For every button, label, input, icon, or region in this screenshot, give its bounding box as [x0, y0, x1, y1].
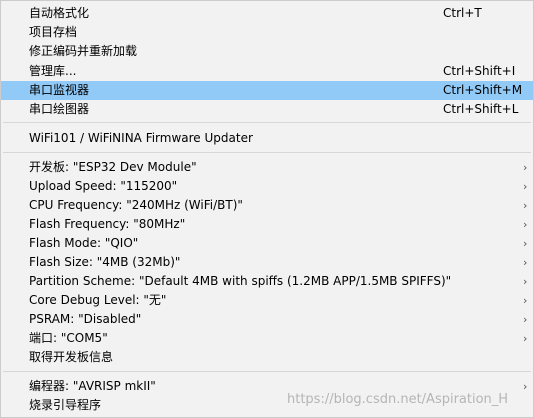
- menu-item-label: 烧录引导程序: [29, 398, 102, 412]
- menu-item-auto-format[interactable]: 自动格式化 Ctrl+T: [1, 4, 533, 23]
- menu-item-port[interactable]: 端口: "COM5" ›: [1, 329, 533, 348]
- submenu-arrow-icon: ›: [523, 237, 528, 250]
- menu-item-flash-frequency[interactable]: Flash Frequency: "80MHz" ›: [1, 215, 533, 234]
- menu-item-wifi-firmware-updater[interactable]: WiFi101 / WiFiNINA Firmware Updater: [1, 129, 533, 148]
- menu-item-label: 管理库...: [29, 64, 77, 78]
- menu-item-label: 串口监视器: [29, 83, 90, 97]
- menu-item-core-debug-level[interactable]: Core Debug Level: "无" ›: [1, 291, 533, 310]
- menu-item-serial-monitor[interactable]: 串口监视器 Ctrl+Shift+M: [1, 81, 533, 100]
- menu-item-label: 自动格式化: [29, 6, 90, 20]
- menu-item-serial-plotter[interactable]: 串口绘图器 Ctrl+Shift+L: [1, 100, 533, 119]
- menu-item-label: 项目存档: [29, 25, 78, 39]
- menu-item-label: 编程器: "AVRISP mkII": [29, 379, 156, 393]
- menu-item-manage-libraries[interactable]: 管理库... Ctrl+Shift+I: [1, 62, 533, 81]
- submenu-arrow-icon: ›: [523, 199, 528, 212]
- menu-item-programmer[interactable]: 编程器: "AVRISP mkII" ›: [1, 377, 533, 396]
- menu-item-label: Partition Scheme: "Default 4MB with spif…: [29, 274, 452, 288]
- submenu-arrow-icon: ›: [523, 313, 528, 326]
- submenu-arrow-icon: ›: [523, 256, 528, 269]
- menu-item-shortcut: Ctrl+Shift+I: [443, 64, 516, 78]
- menu-item-board[interactable]: 开发板: "ESP32 Dev Module" ›: [1, 158, 533, 177]
- menu-item-cpu-frequency[interactable]: CPU Frequency: "240MHz (WiFi/BT)" ›: [1, 196, 533, 215]
- submenu-arrow-icon: ›: [523, 275, 528, 288]
- menu-item-label: Flash Mode: "QIO": [29, 236, 139, 250]
- menu-item-burn-bootloader[interactable]: 烧录引导程序: [1, 396, 533, 415]
- menu-item-label: CPU Frequency: "240MHz (WiFi/BT)": [29, 198, 243, 212]
- menu-item-shortcut: Ctrl+T: [443, 6, 482, 20]
- menu-item-flash-mode[interactable]: Flash Mode: "QIO" ›: [1, 234, 533, 253]
- menu-item-get-board-info[interactable]: 取得开发板信息: [1, 348, 533, 367]
- submenu-arrow-icon: ›: [523, 218, 528, 231]
- menu-item-shortcut: Ctrl+Shift+M: [443, 83, 523, 97]
- menu-item-psram[interactable]: PSRAM: "Disabled" ›: [1, 310, 533, 329]
- menu-item-label: 端口: "COM5": [29, 331, 108, 345]
- submenu-arrow-icon: ›: [523, 161, 528, 174]
- menu-item-label: WiFi101 / WiFiNINA Firmware Updater: [29, 131, 253, 145]
- menu-item-upload-speed[interactable]: Upload Speed: "115200" ›: [1, 177, 533, 196]
- menu-item-shortcut: Ctrl+Shift+L: [443, 102, 519, 116]
- menu-separator: [3, 152, 531, 153]
- menu-separator: [3, 371, 531, 372]
- menu-item-archive-sketch[interactable]: 项目存档: [1, 23, 533, 42]
- menu-separator: [3, 122, 531, 123]
- menu-item-label: Flash Frequency: "80MHz": [29, 217, 186, 231]
- tools-menu: 自动格式化 Ctrl+T 项目存档 修正编码并重新加载 管理库... Ctrl+…: [0, 0, 534, 418]
- submenu-arrow-icon: ›: [523, 294, 528, 307]
- menu-item-label: 开发板: "ESP32 Dev Module": [29, 160, 197, 174]
- submenu-arrow-icon: ›: [523, 180, 528, 193]
- menu-item-label: Core Debug Level: "无": [29, 293, 167, 307]
- menu-item-label: 取得开发板信息: [29, 350, 114, 364]
- submenu-arrow-icon: ›: [523, 380, 528, 393]
- menu-item-label: Upload Speed: "115200": [29, 179, 178, 193]
- menu-item-partition-scheme[interactable]: Partition Scheme: "Default 4MB with spif…: [1, 272, 533, 291]
- menu-item-flash-size[interactable]: Flash Size: "4MB (32Mb)" ›: [1, 253, 533, 272]
- menu-item-label: 修正编码并重新加载: [29, 44, 138, 58]
- submenu-arrow-icon: ›: [523, 332, 528, 345]
- menu-item-label: PSRAM: "Disabled": [29, 312, 142, 326]
- menu-item-label: 串口绘图器: [29, 102, 90, 116]
- menu-item-fix-encoding-reload[interactable]: 修正编码并重新加载: [1, 42, 533, 61]
- menu-item-label: Flash Size: "4MB (32Mb)": [29, 255, 181, 269]
